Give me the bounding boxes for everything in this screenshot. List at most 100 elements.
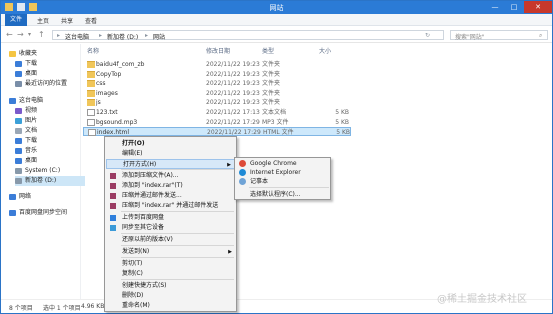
- menu-item-label: 创建快捷方式(S): [122, 282, 167, 289]
- file-type: MP3 文件: [262, 118, 289, 126]
- file-row[interactable]: index.html 2022/11/22 17:29 HTML 文件 5 KB: [83, 127, 351, 137]
- context-menu-item[interactable]: 添加到压缩文件(A)...: [106, 171, 236, 181]
- context-menu-item[interactable]: 重命名(M): [106, 301, 236, 311]
- breadcrumb-drive[interactable]: 新加卷 (D:): [107, 32, 138, 41]
- sidebar-item[interactable]: computer-icon这台电脑: [9, 96, 79, 106]
- context-menu-item[interactable]: 创建快捷方式(S): [106, 281, 236, 291]
- file-row[interactable]: css 2022/11/22 19:23 文件夹: [83, 79, 351, 88]
- context-menu-item[interactable]: 发送到(N) ▶: [106, 247, 236, 257]
- menu-item-label: 删除(D): [122, 292, 144, 299]
- file-row[interactable]: images 2022/11/22 19:23 文件夹: [83, 89, 351, 98]
- file-date: 2022/11/22 19:23: [206, 99, 260, 107]
- column-name[interactable]: 名称: [87, 46, 99, 55]
- sidebar-item[interactable]: music-icon音乐: [15, 146, 85, 156]
- menu-separator: [121, 245, 234, 246]
- tab-view[interactable]: 查看: [85, 16, 97, 25]
- sidebar-item[interactable]: desktop-icon桌面: [15, 69, 85, 79]
- sidebar-item-label: 图片: [25, 117, 38, 124]
- sidebar-item-label: 桌面: [25, 157, 38, 164]
- context-menu-item[interactable]: 打开方式(H) ▶: [106, 159, 236, 169]
- context-menu-item[interactable]: 剪切(T): [106, 259, 236, 269]
- up-icon[interactable]: ↑: [38, 30, 45, 39]
- tab-file[interactable]: 文件: [5, 14, 27, 26]
- menu-item-label: 发送到(N): [122, 248, 150, 255]
- context-menu-item[interactable]: 压缩并通过邮件发送...: [106, 191, 236, 201]
- sidebar-item[interactable]: download-icon下载: [15, 59, 85, 69]
- refresh-icon[interactable]: ↻: [425, 32, 430, 39]
- forward-icon[interactable]: →: [17, 30, 24, 39]
- context-menu-item[interactable]: 上传到百度网盘: [106, 213, 236, 223]
- sidebar-item-label: 文档: [25, 127, 38, 134]
- context-menu-item[interactable]: 同步至其它设备: [106, 223, 236, 233]
- context-menu-item[interactable]: 复制(C): [106, 269, 236, 279]
- context-menu-item[interactable]: 编辑(E): [106, 149, 236, 159]
- search-icon[interactable]: ⌕: [539, 32, 542, 40]
- music-icon: music-icon: [15, 147, 22, 154]
- sidebar-item-label: 下载: [25, 60, 38, 67]
- file-name: baidu4f_com_zb: [96, 61, 145, 68]
- back-icon[interactable]: ←: [6, 30, 13, 39]
- picture-icon: picture-icon: [15, 117, 22, 124]
- menu-item-label: 同步至其它设备: [122, 224, 165, 231]
- breadcrumb-computer[interactable]: 这台电脑: [65, 32, 89, 41]
- sidebar-item[interactable]: drive-iconSystem (C:): [15, 166, 85, 176]
- submenu-item-label: Internet Explorer: [250, 169, 301, 176]
- open-with-item[interactable]: Internet Explorer: [236, 168, 330, 177]
- watermark: @稀土掘金技术社区: [437, 294, 527, 305]
- recent-locations-icon[interactable]: ▾: [28, 31, 31, 38]
- item-count: 8 个项目: [9, 305, 33, 312]
- close-button[interactable]: ✕: [524, 1, 552, 13]
- file-row[interactable]: baidu4f_com_zb 2022/11/22 19:23 文件夹: [83, 60, 351, 69]
- file-row[interactable]: 123.txt 2022/11/22 17:13 文本文档 5 KB: [83, 108, 351, 117]
- sidebar-item-label: 网络: [19, 193, 32, 200]
- tab-home[interactable]: 主页: [37, 16, 49, 25]
- sidebar-item[interactable]: network-icon网络: [9, 192, 79, 202]
- open-with-item[interactable]: 选择默认程序(C)...: [236, 190, 330, 199]
- sidebar-item-label: System (C:): [25, 167, 61, 174]
- tab-share[interactable]: 共享: [61, 16, 73, 25]
- context-menu-item[interactable]: 还原以前的版本(V): [106, 235, 236, 245]
- sidebar-item-label: 新加卷 (D:): [25, 177, 57, 184]
- column-date[interactable]: 修改日期: [206, 46, 230, 55]
- folder-icon: [87, 61, 95, 68]
- sidebar-item[interactable]: desktop-icon桌面: [15, 156, 85, 166]
- minimize-button[interactable]: —: [486, 1, 504, 13]
- folder-icon: [87, 70, 95, 78]
- sidebar-item[interactable]: drive-icon新加卷 (D:): [15, 176, 85, 186]
- file-row[interactable]: CopyTop 2022/11/22 19:23 文件夹: [83, 70, 351, 79]
- sidebar-item[interactable]: video-icon视频: [15, 106, 85, 116]
- maximize-button[interactable]: □: [505, 1, 523, 13]
- network-icon: network-icon: [9, 193, 16, 200]
- cloud-icon: cloud-icon: [9, 209, 16, 216]
- recent-icon: recent-icon: [15, 80, 22, 87]
- context-menu-item[interactable]: 添加到 "index.rar"(T): [106, 181, 236, 191]
- file-date: 2022/11/22 19:23: [206, 89, 260, 97]
- menu-item-label: 复制(C): [122, 270, 143, 277]
- column-type[interactable]: 类型: [262, 46, 274, 55]
- search-box[interactable]: 搜索"网站" ⌕: [450, 30, 548, 41]
- file-row[interactable]: bgsound.mp3 2022/11/22 17:29 MP3 文件 5 KB: [83, 118, 351, 127]
- context-menu-item[interactable]: 打开(O): [106, 139, 236, 149]
- sidebar-item[interactable]: recent-icon最近访问的位置: [15, 79, 85, 89]
- window-title: 网站: [269, 4, 284, 12]
- sidebar-item[interactable]: star-icon收藏夹: [9, 49, 79, 59]
- sidebar-item[interactable]: document-icon文档: [15, 126, 85, 136]
- sidebar-item[interactable]: cloud-icon百度网盘同步空间: [9, 208, 79, 218]
- search-input[interactable]: 搜索"网站": [455, 32, 485, 41]
- menu-separator: [249, 187, 329, 188]
- open-with-submenu: Google Chrome Internet Explorer 记事本选择默认程序(…: [234, 157, 331, 200]
- sidebar-item[interactable]: picture-icon图片: [15, 116, 85, 126]
- breadcrumb-folder[interactable]: 网站: [153, 32, 165, 41]
- menu-item-label: 压缩并通过邮件发送...: [122, 192, 182, 199]
- context-menu-item[interactable]: 删除(D): [106, 291, 236, 301]
- open-with-item[interactable]: Google Chrome: [236, 159, 330, 168]
- address-bar[interactable]: ▸ 这台电脑 ▸ 新加卷 (D:) ▸ 网站 ↻: [52, 30, 444, 41]
- context-menu-item[interactable]: 压缩到 "index.rar" 并通过邮件发送: [106, 201, 236, 211]
- open-with-item[interactable]: 记事本: [236, 177, 330, 186]
- sidebar-item[interactable]: download-icon下载: [15, 136, 85, 146]
- column-size[interactable]: 大小: [319, 46, 331, 55]
- file-row[interactable]: js 2022/11/22 19:23 文件夹: [83, 98, 351, 107]
- winrar-icon: [110, 203, 116, 209]
- file-date: 2022/11/22 19:23: [206, 80, 260, 88]
- file-date: 2022/11/22 19:23: [206, 61, 260, 68]
